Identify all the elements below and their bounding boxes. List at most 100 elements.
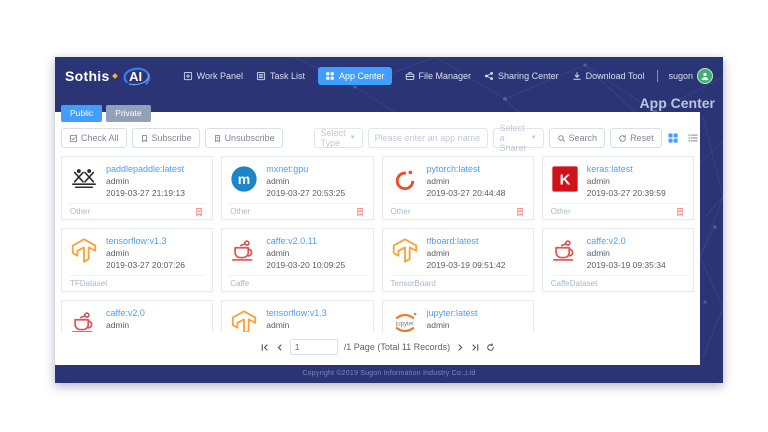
tensorflow-icon (229, 308, 259, 332)
sharer-select[interactable]: Select a Sharer ▼ (493, 128, 544, 148)
content-panel: Public Private Check All Subscribe Unsub… (55, 112, 700, 365)
unsubscribe-button[interactable]: Unsubscribe (205, 128, 283, 148)
type-select[interactable]: Select Type ▼ (314, 128, 363, 148)
next-page-button[interactable] (456, 343, 465, 352)
tabs: Public Private (61, 105, 151, 122)
pytorch-icon (390, 164, 420, 194)
app-owner: admin (266, 176, 345, 188)
file-manager-icon (405, 71, 415, 81)
chevron-down-icon: ▼ (350, 135, 356, 141)
nav-item-sharing-center[interactable]: Sharing Center (484, 71, 559, 81)
app-title-link[interactable]: caffe:v2.0.11 (266, 236, 345, 246)
app-owner: admin (427, 320, 478, 332)
tensorflow-icon (69, 236, 99, 266)
app-title-link[interactable]: tfboard:latest (427, 236, 506, 246)
work-panel-icon (183, 71, 193, 81)
app-time: 2019-03-27 20:07:26 (106, 260, 185, 272)
mxnet-icon: m (229, 164, 259, 194)
app-card[interactable]: caffe:v2.0.11 admin 2019-03-20 10:09:25 … (221, 228, 373, 292)
app-title-link[interactable]: keras:latest (587, 164, 666, 174)
copyright-text: Copyright ©2019 Sugon Information Indust… (302, 370, 475, 377)
user-menu[interactable]: sugon (668, 68, 713, 84)
app-card-grid: paddlepaddle:latest admin 2019-03-27 21:… (61, 156, 694, 332)
app-category-label: Other (230, 207, 250, 216)
app-time: 2019-03-19 09:35:34 (587, 260, 666, 272)
view-toggles (667, 132, 699, 144)
nav-item-app-center[interactable]: App Center (318, 67, 392, 85)
nav-item-work-panel[interactable]: Work Panel (183, 71, 243, 81)
page-input[interactable] (290, 339, 338, 355)
bookmark-icon[interactable] (194, 207, 204, 217)
app-owner: admin (106, 248, 185, 260)
nav-item-task-list[interactable]: Task List (256, 71, 305, 81)
grid-view-icon[interactable] (667, 132, 679, 144)
jupyter-icon: jupyter (390, 308, 420, 332)
app-title-link[interactable]: tensorflow:v1.3 (106, 236, 185, 246)
prev-page-button[interactable] (275, 343, 284, 352)
app-card[interactable]: jupyter jupyter:latest admin (382, 300, 534, 332)
reset-button[interactable]: Reset (610, 128, 662, 148)
type-select-placeholder: Select Type (321, 128, 346, 148)
app-card[interactable]: tfboard:latest admin 2019-03-19 09:51:42… (382, 228, 534, 292)
app-card[interactable]: caffe:v2.0 admin (61, 300, 213, 332)
app-owner: admin (587, 176, 666, 188)
app-owner: admin (106, 176, 185, 188)
user-name: sugon (668, 71, 693, 81)
tab-public[interactable]: Public (61, 105, 102, 122)
app-category-label: CaffeDataset (551, 279, 598, 288)
avatar[interactable] (697, 68, 713, 84)
app-owner: admin (587, 248, 666, 260)
app-title-link[interactable]: paddlepaddle:latest (106, 164, 185, 174)
sharing-center-icon (484, 71, 494, 81)
bookmark-icon[interactable] (675, 207, 685, 217)
app-card[interactable]: pytorch:latest admin 2019-03-27 20:44:48… (382, 156, 534, 220)
app-name-input[interactable] (368, 128, 488, 148)
bookmark-icon (140, 134, 149, 143)
subscribe-button[interactable]: Subscribe (132, 128, 200, 148)
app-category-label: Other (551, 207, 571, 216)
refresh-button[interactable] (486, 343, 495, 352)
app-title-link[interactable]: caffe:v2.0 (106, 308, 145, 318)
nav-item-file-manager[interactable]: File Manager (405, 71, 472, 81)
brand-spark-icon (112, 73, 118, 79)
app-category-label: TensorBoard (391, 279, 436, 288)
app-category-label: Other (70, 207, 90, 216)
nav-item-download-tool[interactable]: Download Tool (572, 71, 645, 81)
app-time: 2019-03-27 20:44:48 (427, 188, 506, 200)
app-title-link[interactable]: tensorflow:v1.3 (266, 308, 327, 318)
app-card[interactable]: m mxnet:gpu admin 2019-03-27 20:53:25 Ot… (221, 156, 373, 220)
app-title-link[interactable]: mxnet:gpu (266, 164, 345, 174)
app-time: 2019-03-27 20:53:25 (266, 188, 345, 200)
svg-text:K: K (559, 172, 570, 189)
tensorflow-icon (390, 236, 420, 266)
last-page-button[interactable] (471, 343, 480, 352)
app-card[interactable]: tensorflow:v1.3 admin 2019-03-27 20:07:2… (61, 228, 213, 292)
footer: Copyright ©2019 Sugon Information Indust… (55, 365, 723, 383)
header: Sothis AI Work Panel Task List App Cente… (55, 57, 723, 95)
brand-text-left: Sothis (65, 68, 110, 84)
app-title-link[interactable]: pytorch:latest (427, 164, 506, 174)
app-owner: admin (106, 320, 145, 332)
app-category-label: Caffe (230, 279, 249, 288)
app-title-link[interactable]: caffe:v2.0 (587, 236, 666, 246)
app-time: 2019-03-27 20:39:59 (587, 188, 666, 200)
caffe-icon (69, 308, 99, 332)
app-time: 2019-03-19 09:51:42 (427, 260, 506, 272)
bookmark-icon[interactable] (515, 207, 525, 217)
app-card[interactable]: caffe:v2.0 admin 2019-03-19 09:35:34 Caf… (542, 228, 694, 292)
tab-private[interactable]: Private (106, 105, 150, 122)
app-owner: admin (266, 248, 345, 260)
app-card[interactable]: paddlepaddle:latest admin 2019-03-27 21:… (61, 156, 213, 220)
check-all-button[interactable]: Check All (61, 128, 127, 148)
bookmark-icon[interactable] (355, 207, 365, 217)
search-button[interactable]: Search (549, 128, 606, 148)
paddlepaddle-icon (69, 164, 99, 194)
app-title-link[interactable]: jupyter:latest (427, 308, 478, 318)
app-category-label: TFDataset (70, 279, 107, 288)
list-view-icon[interactable] (687, 132, 699, 144)
app-card[interactable]: tensorflow:v1.3 admin (221, 300, 373, 332)
keras-icon: K (550, 164, 580, 194)
app-card[interactable]: K keras:latest admin 2019-03-27 20:39:59… (542, 156, 694, 220)
toolbar: Check All Subscribe Unsubscribe Select T… (61, 128, 694, 148)
first-page-button[interactable] (260, 343, 269, 352)
